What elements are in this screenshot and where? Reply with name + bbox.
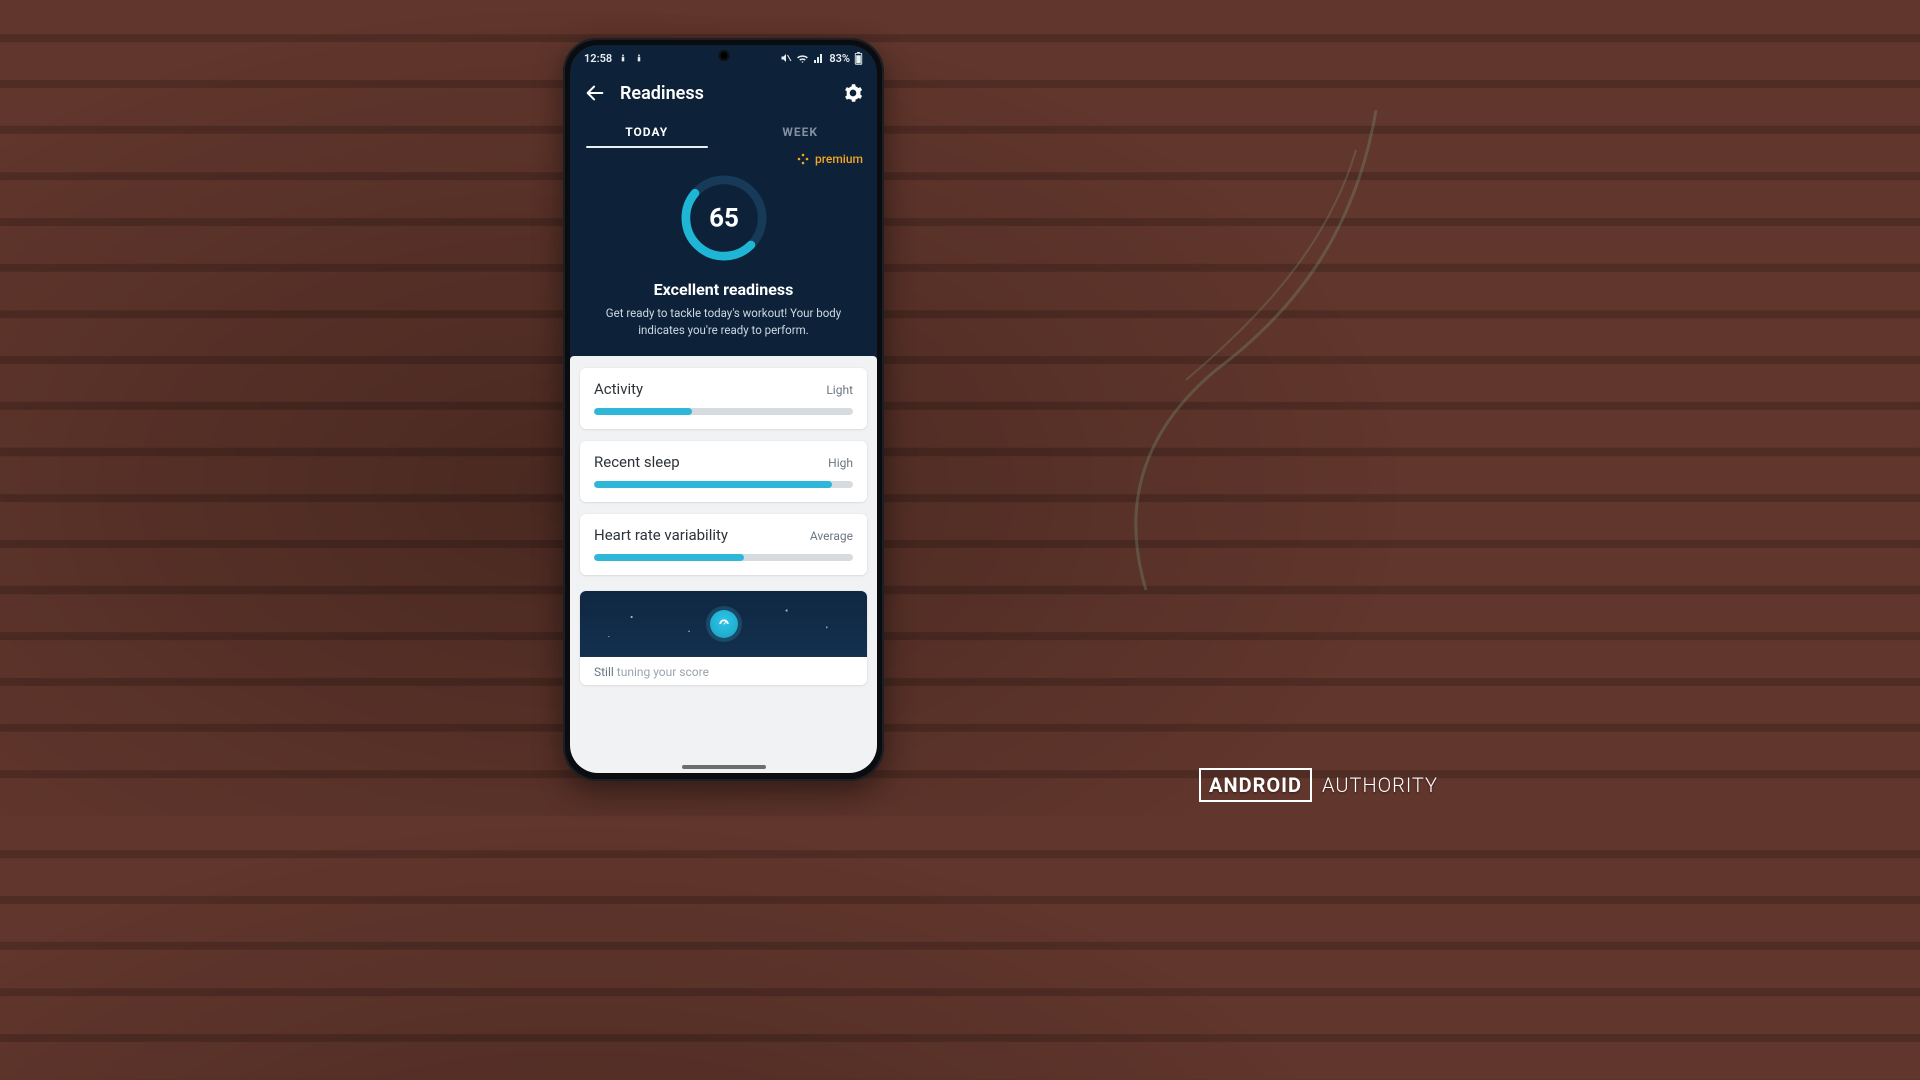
gauge-icon: [710, 610, 738, 638]
status-time: 12:58: [584, 52, 612, 65]
tuning-caption-faded: tuning your score: [617, 665, 709, 679]
metric-progress: [594, 408, 853, 415]
metric-card[interactable]: Recent sleep High: [580, 441, 867, 502]
phone-screen: 12:58 83%: [570, 45, 877, 773]
tab-today[interactable]: TODAY: [570, 115, 724, 148]
metric-progress-fill: [594, 408, 692, 415]
app-header: Readiness: [570, 71, 877, 115]
metric-card[interactable]: Activity Light: [580, 368, 867, 429]
tab-week-label: WEEK: [782, 125, 818, 139]
decorative-plant: [996, 110, 1416, 610]
back-button[interactable]: [584, 82, 606, 104]
readiness-gauge: 65: [584, 166, 863, 270]
metric-name: Activity: [594, 380, 643, 398]
metric-value: High: [828, 456, 853, 470]
watermark-left: ANDROID: [1199, 768, 1312, 802]
battery-percent: 83%: [829, 52, 850, 65]
metric-progress-fill: [594, 554, 744, 561]
metric-value: Average: [810, 529, 853, 543]
metric-progress-fill: [594, 481, 832, 488]
battery-icon: [854, 52, 863, 65]
home-indicator[interactable]: [682, 765, 766, 769]
watermark-right: AUTHORITY: [1322, 773, 1438, 797]
metric-card[interactable]: Heart rate variability Average: [580, 514, 867, 575]
readiness-description: Get ready to tackle today's workout! You…: [594, 305, 854, 338]
premium-badge[interactable]: premium: [797, 152, 863, 166]
metric-name: Recent sleep: [594, 453, 680, 471]
status-notification-icon-1: [618, 53, 628, 63]
readiness-heading: Excellent readiness: [584, 280, 863, 299]
page-title: Readiness: [620, 83, 704, 104]
tab-week[interactable]: WEEK: [724, 115, 878, 148]
metric-value: Light: [826, 383, 853, 397]
status-notification-icon-2: [634, 53, 644, 63]
readiness-score-text: 65: [709, 204, 739, 234]
tuning-caption: Still tuning your score: [580, 657, 867, 685]
tuning-illustration: [580, 591, 867, 657]
metric-progress: [594, 554, 853, 561]
wifi-icon: [796, 53, 809, 64]
readiness-hero: premium 65 Excellent readiness Get ready…: [570, 148, 877, 356]
tuning-card[interactable]: Still tuning your score: [580, 591, 867, 685]
tab-today-label: TODAY: [625, 125, 668, 139]
metric-progress: [594, 481, 853, 488]
metric-name: Heart rate variability: [594, 526, 728, 544]
settings-button[interactable]: [843, 83, 863, 103]
tuning-caption-start: Still: [594, 665, 617, 679]
premium-icon: [797, 153, 809, 165]
camera-hole: [718, 50, 729, 61]
signal-icon: [813, 53, 825, 64]
metrics-panel[interactable]: Activity Light Recent sleep High Heart rate …: [570, 356, 877, 773]
premium-label: premium: [815, 152, 863, 166]
phone-frame: 12:58 83%: [563, 38, 884, 781]
tablist: TODAY WEEK: [570, 115, 877, 148]
mute-icon: [780, 52, 792, 64]
watermark: ANDROID AUTHORITY: [1199, 768, 1438, 802]
